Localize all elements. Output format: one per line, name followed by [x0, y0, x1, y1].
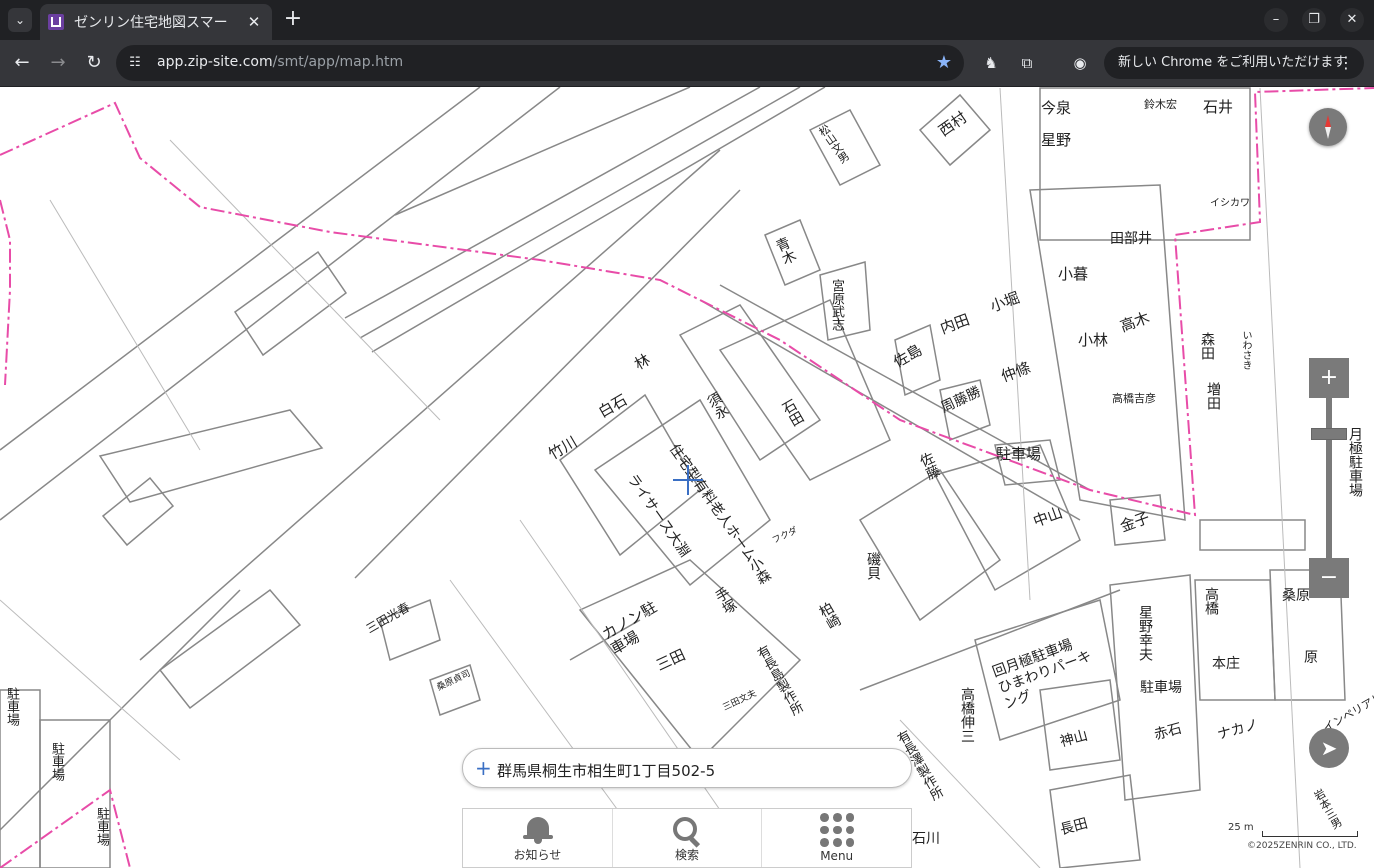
map-label[interactable]: 星野	[1041, 133, 1071, 148]
browser-toolbar: ← → ↻ ☷ app.zip-site.com/smt/app/map.htm…	[0, 40, 1374, 87]
copyright: ©2025ZENRIN CO., LTD.	[1247, 841, 1357, 851]
locate-icon[interactable]: ➤	[1309, 728, 1349, 768]
tab-title: ゼンリン住宅地図スマー	[74, 15, 228, 31]
tab-active[interactable]: ゼンリン住宅地図スマー ✕	[40, 4, 272, 40]
map-label[interactable]: 小林	[1078, 333, 1108, 348]
map-label[interactable]: 月極駐車場	[1347, 427, 1363, 497]
compass-icon[interactable]	[1309, 108, 1347, 146]
close-icon[interactable]: ✕	[244, 13, 264, 31]
chrome-update-button[interactable]: 新しい Chrome をご利用いただけます ⋮	[1104, 47, 1364, 79]
map-label[interactable]: 駐車場	[49, 742, 64, 781]
address-bar[interactable]: ☷ app.zip-site.com/smt/app/map.htm ★	[116, 45, 964, 81]
restore-icon[interactable]: ❐	[1302, 8, 1326, 32]
zoom-slider-handle[interactable]	[1311, 428, 1347, 440]
search-icon	[671, 815, 705, 848]
map-label[interactable]: 磯貝	[865, 552, 881, 580]
map-label[interactable]: 鈴木宏	[1144, 99, 1177, 110]
map-label[interactable]: 星野幸夫	[1137, 605, 1153, 661]
map-label[interactable]: 増田	[1205, 382, 1221, 410]
map-label[interactable]: イシカワ	[1210, 199, 1250, 209]
map-label[interactable]: 原	[1304, 651, 1318, 665]
zoom-slider-track[interactable]	[1326, 398, 1332, 558]
menu-grid-icon	[820, 813, 855, 847]
menu-button[interactable]: Menu	[762, 809, 911, 867]
window-close-icon[interactable]: ✕	[1340, 8, 1364, 32]
puzzle-icon[interactable]: ⧉	[1016, 52, 1038, 74]
map-label[interactable]: 駐車場	[1140, 681, 1182, 695]
new-tab-icon[interactable]: +	[281, 8, 305, 32]
map-label[interactable]: 高橋	[1203, 587, 1219, 615]
notice-label: お知らせ	[513, 848, 562, 862]
menu-label: Menu	[820, 849, 854, 863]
scale-label: 25 m	[1228, 822, 1254, 833]
tab-strip: ⌄ ゼンリン住宅地図スマー ✕ + – ❐ ✕	[0, 0, 1374, 40]
search-label: 検索	[675, 848, 700, 862]
map-canvas[interactable]: 今泉 星野 鈴木宏 石井 西村 松山文男 青木 宮原武志 田部井 小暮 小林 高…	[0, 87, 1374, 868]
scale-bar	[1262, 831, 1358, 837]
address-text: 群馬県桐生市相生町1丁目502-5	[497, 762, 716, 780]
plus-icon: +	[475, 756, 492, 780]
map-label[interactable]: いわさき	[1240, 330, 1251, 370]
forward-icon[interactable]: →	[45, 50, 71, 76]
map-label[interactable]: 宮原武志	[829, 279, 844, 331]
crosshair-icon	[673, 465, 703, 495]
minimize-icon[interactable]: –	[1264, 8, 1288, 32]
extension-icon[interactable]: ♞	[980, 52, 1002, 74]
map-label[interactable]: 今泉	[1041, 101, 1071, 116]
bell-icon	[523, 815, 553, 844]
back-icon[interactable]: ←	[9, 50, 35, 76]
more-icon[interactable]: ⋮	[1338, 47, 1354, 79]
reload-icon[interactable]: ↻	[81, 50, 107, 76]
search-button[interactable]: 検索	[613, 809, 763, 867]
map-label[interactable]: 桑原	[1282, 589, 1310, 603]
map-label[interactable]: 高橋伸三	[959, 687, 975, 743]
zoom-in-button[interactable]: +	[1309, 358, 1349, 398]
map-label[interactable]: 本庄	[1212, 657, 1240, 671]
map-label[interactable]: 石井	[1203, 100, 1233, 115]
notice-button[interactable]: お知らせ	[463, 809, 613, 867]
tab-search-icon[interactable]: ⌄	[8, 8, 32, 32]
map-label[interactable]: 石川	[912, 832, 940, 846]
url-text[interactable]: app.zip-site.com/smt/app/map.htm	[157, 54, 403, 70]
site-info-icon[interactable]: ☷	[126, 54, 144, 72]
favicon	[48, 14, 64, 30]
profile-icon[interactable]: ◉	[1069, 52, 1091, 74]
map-label[interactable]: 田部井	[1110, 232, 1152, 246]
map-label[interactable]: 小暮	[1058, 267, 1088, 282]
map-label[interactable]: 森田	[1199, 332, 1215, 360]
bottom-menu: お知らせ 検索 Menu	[462, 808, 912, 868]
map-label[interactable]: 駐車場	[4, 687, 19, 726]
zoom-out-button[interactable]: −	[1309, 558, 1349, 598]
map-label[interactable]: 高橋吉彦	[1112, 393, 1156, 404]
map-label[interactable]: 駐車場	[94, 807, 109, 846]
address-display[interactable]: + 群馬県桐生市相生町1丁目502-5	[462, 748, 912, 788]
star-icon[interactable]: ★	[936, 52, 952, 73]
map-label[interactable]: 駐車場	[996, 447, 1041, 462]
